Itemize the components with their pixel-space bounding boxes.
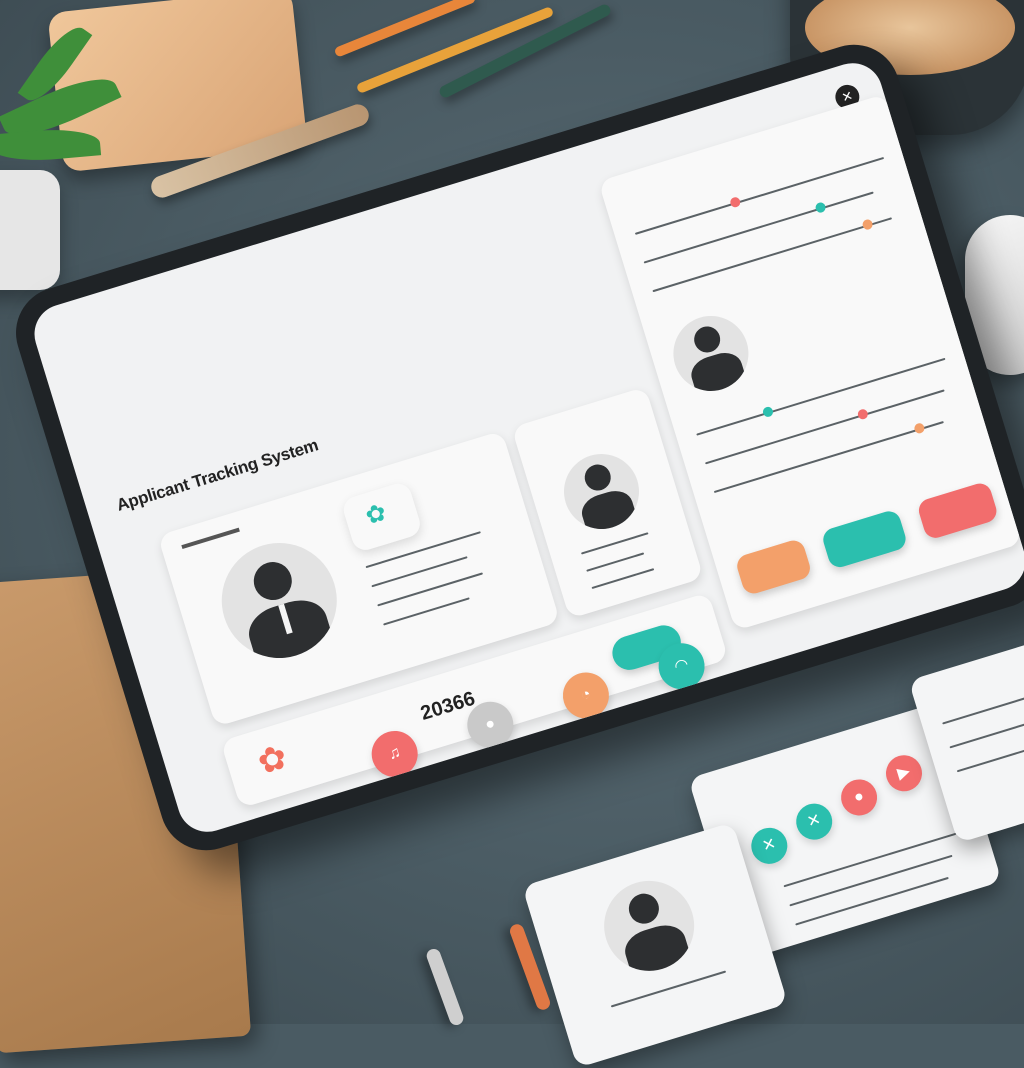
person-avatar-icon bbox=[207, 528, 352, 673]
detail-line bbox=[949, 717, 1024, 749]
stage-marker[interactable] bbox=[856, 407, 870, 421]
detail-line bbox=[580, 532, 649, 555]
stage-marker[interactable] bbox=[861, 218, 874, 231]
detail-line bbox=[789, 854, 953, 907]
stage-marker[interactable] bbox=[814, 201, 827, 214]
progress-track bbox=[713, 421, 944, 494]
detail-line bbox=[942, 693, 1024, 725]
detail-line bbox=[610, 970, 727, 1008]
reject-button[interactable] bbox=[734, 537, 813, 597]
record-icon[interactable]: ● bbox=[836, 774, 882, 820]
person-avatar-icon bbox=[592, 869, 706, 983]
plant-pot bbox=[0, 170, 60, 290]
close-icon[interactable]: ✕ bbox=[746, 823, 792, 869]
progress-track bbox=[634, 156, 885, 235]
detail-line bbox=[383, 597, 470, 626]
advance-button[interactable] bbox=[820, 508, 909, 571]
person-avatar-icon bbox=[664, 306, 758, 401]
detail-line bbox=[956, 741, 1024, 773]
detail-line bbox=[586, 552, 645, 572]
person-avatar-icon bbox=[554, 444, 649, 539]
hire-button[interactable] bbox=[915, 480, 1000, 541]
progress-track bbox=[705, 389, 945, 465]
stage-marker[interactable] bbox=[761, 405, 775, 419]
detail-line bbox=[591, 568, 655, 590]
flower-icon: ✿ bbox=[253, 737, 292, 783]
progress-track bbox=[643, 191, 874, 264]
card-label bbox=[181, 527, 240, 550]
stage-marker[interactable] bbox=[729, 196, 742, 209]
progress-track bbox=[652, 217, 893, 293]
stage-marker[interactable] bbox=[913, 422, 926, 435]
status-chip[interactable]: ✿ bbox=[340, 480, 424, 554]
video-icon[interactable]: ▶ bbox=[881, 750, 927, 796]
flower-icon: ✿ bbox=[362, 498, 390, 531]
close-icon[interactable]: ✕ bbox=[791, 799, 837, 845]
